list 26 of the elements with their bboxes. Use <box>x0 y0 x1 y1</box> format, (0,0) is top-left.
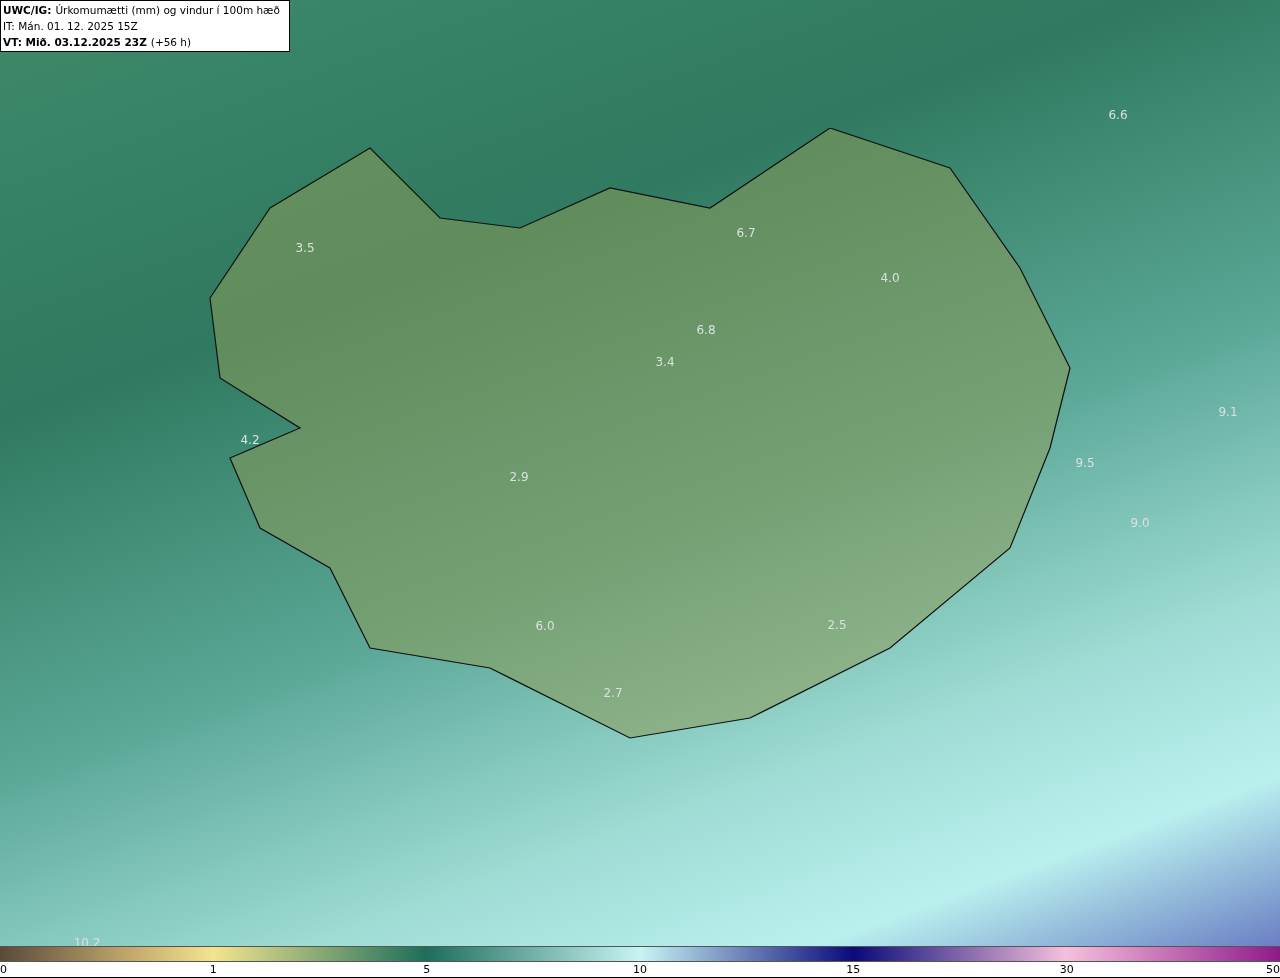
map-value-label: 2.9 <box>509 469 529 486</box>
scale-tick-label: 30 <box>1059 962 1074 977</box>
map-value-label: 4.0 <box>880 270 900 287</box>
scale-tick-label: 15 <box>846 962 861 977</box>
map-value-label: 9.0 <box>1130 515 1150 532</box>
scale-tick-label: 50 <box>1266 962 1280 977</box>
map-value-label: 9.1 <box>1218 404 1238 421</box>
scale-tick-label: 5 <box>423 962 431 977</box>
map-value-label: 4.2 <box>240 432 260 449</box>
map-value-label: 3.4 <box>655 354 675 371</box>
map-value-label: 6.7 <box>736 225 756 242</box>
scale-tick-label: 10 <box>633 962 647 977</box>
valid-time: VT: Mið. 03.12.2025 23Z <box>3 35 147 50</box>
map-value-label: 3.5 <box>295 240 315 257</box>
map-value-label: 6.0 <box>535 618 555 635</box>
map-value-label: 6.8 <box>696 322 716 339</box>
map-title: Úrkomumætti (mm) og vindur í 100m hæð <box>55 3 280 18</box>
map-value-label: 2.7 <box>603 685 623 702</box>
map-value-label: 2.5 <box>827 617 847 634</box>
scale-tick-label: 0 <box>0 962 7 977</box>
map-code: UWC/IG: <box>3 3 52 18</box>
forecast-offset: (+56 h) <box>150 35 192 50</box>
scale-tick-label: 1 <box>209 962 217 977</box>
map-value-label: 6.6 <box>1108 107 1128 124</box>
map-value-label: 9.5 <box>1075 455 1095 472</box>
issue-time: IT: Mán. 01. 12. 2025 15Z <box>3 19 139 34</box>
